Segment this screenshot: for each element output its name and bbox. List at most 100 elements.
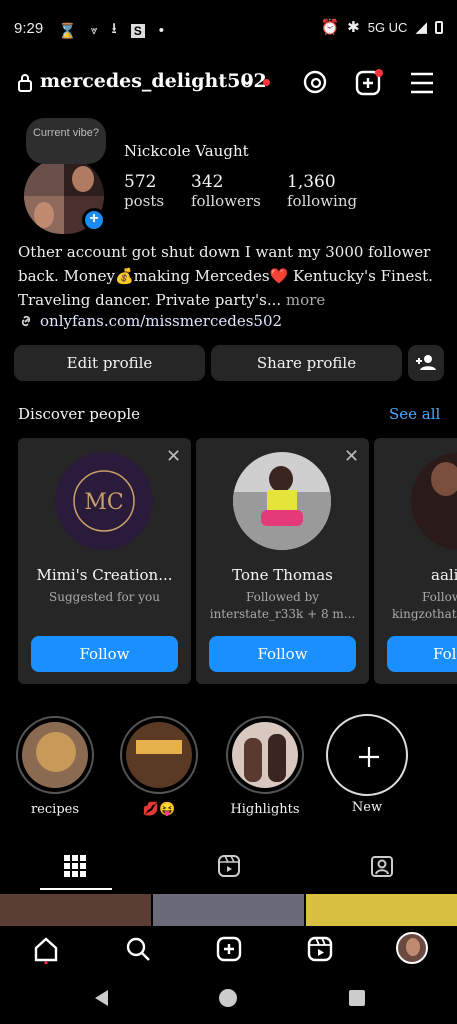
highlight-label: Highlights xyxy=(230,802,300,817)
stat-posts[interactable]: 572 posts xyxy=(124,172,164,210)
signal-icon: ⩔ xyxy=(90,23,98,37)
stat-label: following xyxy=(287,192,358,210)
reels-nav-icon[interactable] xyxy=(307,936,333,962)
bottom-nav xyxy=(0,926,457,972)
suggestion-name: aali xyxy=(431,566,457,584)
stat-following[interactable]: 1,360 following xyxy=(287,172,357,210)
suggestion-avatar[interactable] xyxy=(233,452,331,550)
grid-icon xyxy=(64,855,86,877)
stat-value: 342 xyxy=(191,172,224,192)
edit-profile-button[interactable]: Edit profile xyxy=(14,345,205,381)
profile-tabs xyxy=(0,846,457,892)
follow-button[interactable]: Follow xyxy=(31,636,178,672)
profile-bio: Other account got shut down I want my 30… xyxy=(18,240,443,312)
suggestion-name: Mimi's Creation... xyxy=(36,566,173,584)
new-highlight-button[interactable]: New xyxy=(326,714,408,815)
system-nav-bar xyxy=(0,972,457,1024)
threads-icon[interactable] xyxy=(302,69,328,95)
stat-value: 572 xyxy=(124,172,157,192)
new-highlight-circle xyxy=(326,714,408,796)
highlight-item[interactable]: 💋😝 xyxy=(118,716,200,817)
profile-nav-avatar[interactable] xyxy=(396,932,428,964)
highlight-cover xyxy=(120,716,198,794)
suggestion-reason: Followed by interstate_r33k + 8 m... xyxy=(196,589,369,623)
highlight-label: 💋😝 xyxy=(142,802,176,817)
add-person-icon xyxy=(416,355,436,370)
home-button-icon[interactable] xyxy=(218,988,238,1008)
profile-header: mercedes_delight502 xyxy=(0,60,457,108)
stat-label: posts xyxy=(124,192,165,210)
suggestion-card[interactable]: aali Follow kingzothat Fol xyxy=(374,438,457,684)
status-time: 9:29 xyxy=(14,20,44,37)
suggestion-reason-line: kingzothat xyxy=(392,607,457,621)
share-profile-button[interactable]: Share profile xyxy=(211,345,402,381)
cell-signal-icon: ◢ xyxy=(415,19,427,36)
post-thumbnail[interactable] xyxy=(153,894,304,926)
chevron-down-icon[interactable] xyxy=(240,77,254,87)
highlight-label: New xyxy=(351,800,383,815)
battery-icon xyxy=(435,20,443,34)
tab-tagged[interactable] xyxy=(370,854,394,878)
network-label: 5G UC xyxy=(367,19,408,35)
suggestion-reason: Follow kingzothat xyxy=(374,589,457,623)
home-icon[interactable] xyxy=(33,936,59,964)
bio-more-link[interactable]: more xyxy=(281,291,325,309)
display-name: Nickcole Vaught xyxy=(124,142,249,160)
vibe-note-bubble[interactable]: Current vibe? xyxy=(26,118,106,164)
back-icon[interactable] xyxy=(92,988,110,1008)
profile-avatar[interactable]: + xyxy=(24,158,110,234)
add-story-button[interactable]: + xyxy=(82,208,106,232)
notification-dot xyxy=(263,79,270,86)
profile-link[interactable]: onlyfans.com/missmercedes502 xyxy=(18,312,282,330)
tab-grid[interactable] xyxy=(63,854,87,878)
follow-button[interactable]: Follow xyxy=(209,636,356,672)
create-post-icon[interactable] xyxy=(355,69,383,97)
alarm-icon: ⏰ xyxy=(320,19,340,36)
suggestion-reason-line: interstate_r33k + 8 m... xyxy=(209,607,356,621)
suggestion-reason-line: Follow xyxy=(422,590,457,604)
discover-title: Discover people xyxy=(18,405,141,423)
recents-icon[interactable] xyxy=(348,989,366,1007)
post-grid xyxy=(0,894,457,926)
suggestion-reason-line: Followed by xyxy=(245,590,320,604)
post-thumbnail[interactable] xyxy=(0,894,151,926)
highlight-cover xyxy=(226,716,304,794)
tab-reels[interactable] xyxy=(217,854,241,878)
post-thumbnail[interactable] xyxy=(306,894,457,926)
status-system-icons: ⏰ ✱ 5G UC ◢ xyxy=(320,18,443,36)
menu-icon[interactable] xyxy=(410,72,434,94)
highlight-label: recipes xyxy=(30,802,80,817)
discover-people-button[interactable] xyxy=(408,345,444,381)
link-text: onlyfans.com/missmercedes502 xyxy=(40,312,283,330)
lock-icon xyxy=(18,74,32,92)
create-icon[interactable] xyxy=(216,936,242,962)
suggestion-reason: Suggested for you xyxy=(49,590,160,604)
link-icon xyxy=(18,313,34,329)
suggestion-card[interactable]: ✕ Tone Thomas Followed by interstate_r33… xyxy=(196,438,369,684)
stat-value: 1,360 xyxy=(287,172,336,192)
close-icon[interactable]: ✕ xyxy=(166,446,181,467)
username-switcher[interactable]: mercedes_delight502 xyxy=(40,70,267,92)
stat-label: followers xyxy=(191,192,261,210)
bio-line: Other account got shut down I want my 30… xyxy=(18,243,431,261)
dot-icon: • xyxy=(158,22,165,39)
suggestion-card[interactable]: ✕ MC Mimi's Creation... Suggested for yo… xyxy=(18,438,191,684)
close-icon[interactable]: ✕ xyxy=(344,446,359,467)
stat-followers[interactable]: 342 followers xyxy=(191,172,261,210)
bio-line: back. Money💰making Mercedes❤️ Kentucky's… xyxy=(18,267,433,285)
suggestion-avatar[interactable] xyxy=(411,452,457,550)
search-icon[interactable] xyxy=(125,936,151,962)
suggestion-avatar[interactable]: MC xyxy=(55,452,153,550)
status-bar: 9:29 ⌛ ⩔ ⭳ S • ⏰ ✱ 5G UC ◢ xyxy=(0,0,457,56)
bluetooth-icon: ✱ xyxy=(347,19,360,36)
highlight-item[interactable]: Highlights xyxy=(224,716,306,817)
see-all-link[interactable]: See all xyxy=(389,405,440,423)
reels-icon xyxy=(218,855,240,877)
follow-button[interactable]: Fol xyxy=(387,636,457,672)
highlight-item[interactable]: recipes xyxy=(14,716,96,817)
active-tab-indicator xyxy=(40,888,112,890)
hourglass-icon: ⌛ xyxy=(58,22,77,40)
highlight-cover xyxy=(16,716,94,794)
suggestion-name: Tone Thomas xyxy=(232,566,333,584)
s-app-icon: S xyxy=(130,23,145,38)
